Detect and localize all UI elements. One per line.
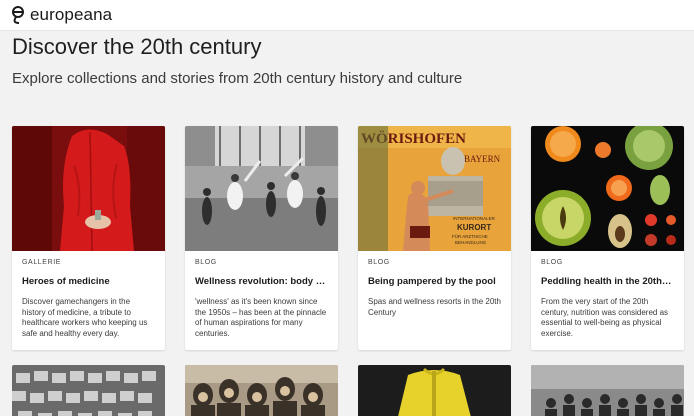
content-card[interactable] <box>12 365 165 416</box>
card-description: Spas and wellness resorts in the 20th Ce… <box>368 297 501 317</box>
card-type-label: Blog <box>368 259 390 266</box>
card-title[interactable]: Heroes of medicine <box>22 276 155 287</box>
card-image-spa-poster: WÖRISHOFEN BAYERN INTERNATIONALER KURORT… <box>358 126 511 251</box>
content-card[interactable]: WÖRISHOFEN BAYERN INTERNATIONALER KURORT… <box>358 126 511 350</box>
page-subtitle: Explore collections and stories from 20t… <box>12 70 463 87</box>
card-image-crowd-photo <box>531 365 684 416</box>
europeana-logo[interactable]: europeana <box>10 5 112 25</box>
poster-small-text: KURORT <box>457 223 491 232</box>
poster-subtitle-text: BAYERN <box>464 154 501 164</box>
card-description: From the very start of the 20th century,… <box>541 297 669 338</box>
top-navigation-bar: europeana <box>0 0 694 31</box>
europeana-logo-icon <box>10 6 26 24</box>
poster-small-text: INTERNATIONALER <box>453 216 496 221</box>
card-type-label: Blog <box>195 259 217 266</box>
card-type-label: Blog <box>541 259 563 266</box>
content-card[interactable]: Blog Wellness revolution: body and mind … <box>185 126 338 350</box>
card-title[interactable]: Wellness revolution: body and mind <box>195 276 328 287</box>
card-image-wellness <box>185 126 338 251</box>
card-image-group-photo <box>185 365 338 416</box>
card-image-factory <box>12 365 165 416</box>
poster-small-text: FÜR ARZTISCHE <box>452 233 488 239</box>
card-title[interactable]: Being pampered by the pool <box>368 276 501 287</box>
card-type-label: Gallerie <box>22 259 62 266</box>
poster-small-text: BEHANDLUNG <box>455 240 487 245</box>
brand-name: europeana <box>30 5 113 24</box>
card-image-medicine <box>12 126 165 251</box>
card-description: Discover gamechangers in the history of … <box>22 297 148 338</box>
page-title: Discover the 20th century <box>12 34 262 59</box>
card-description: 'wellness' as it's been known since the … <box>195 297 327 338</box>
content-card[interactable] <box>185 365 338 416</box>
content-card[interactable]: Gallerie Heroes of medicine Discover gam… <box>12 126 165 350</box>
card-title[interactable]: Peddling health in the 20th century <box>541 276 674 287</box>
content-card[interactable] <box>531 365 684 416</box>
content-card[interactable]: Blog Peddling health in the 20th century… <box>531 126 684 350</box>
card-image-yellow-jacket <box>358 365 511 416</box>
card-image-fruits <box>531 126 684 251</box>
content-card[interactable] <box>358 365 511 416</box>
